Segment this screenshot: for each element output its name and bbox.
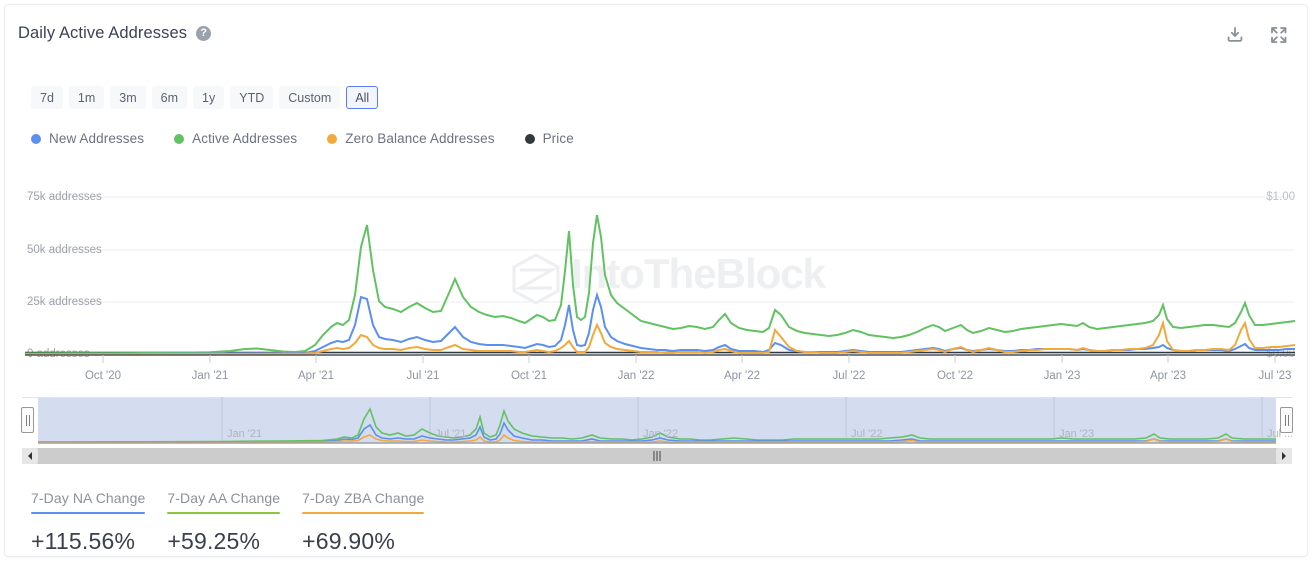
stat-value-na: +115.56%	[31, 528, 136, 554]
ytick-label-25k: 25k addresses	[27, 296, 102, 308]
legend-item-active-addresses[interactable]: Active Addresses	[174, 131, 297, 146]
stat-value-zba: +69.90%	[302, 528, 395, 554]
legend-dot-green	[174, 133, 185, 144]
ytick-label-right-1: $1.00	[1266, 191, 1295, 203]
legend-label-new-addresses: New Addresses	[49, 131, 145, 146]
stat-7-day-na-change: 7-Day NA Change +115.56%	[31, 490, 146, 555]
time-range-selector: 7d 1m 3m 6m 1y YTD Custom All	[31, 86, 384, 109]
navigator-tick-label-jan-21: Jan '21	[227, 428, 262, 440]
watermark: IntoTheBlock	[512, 250, 828, 305]
summary-stats: 7-Day NA Change +115.56% 7-Day AA Change…	[31, 490, 446, 555]
stat-underline-na	[31, 512, 146, 514]
legend-label-price: Price	[542, 131, 574, 146]
legend-dot-blue	[31, 133, 41, 144]
ytick-label-75k: 75k addresses	[27, 191, 102, 203]
legend-label-active-addresses: Active Addresses	[192, 131, 298, 146]
page-title: Daily Active Addresses	[18, 24, 188, 42]
navigator-tick-label-jan-22: Jan '22	[643, 428, 678, 440]
daily-active-addresses-card: Daily Active Addresses ? 7d 1m 3m 6m 1y …	[4, 4, 1308, 557]
ytick-label-50k: 50k addresses	[27, 244, 102, 256]
legend-item-zero-balance-addresses[interactable]: Zero Balance Addresses	[327, 131, 494, 146]
fullscreen-icon[interactable]	[1269, 25, 1289, 45]
xtick-label-oct-22: Oct '22	[937, 370, 973, 382]
card-header: Daily Active Addresses ?	[5, 5, 1307, 63]
xtick-label-apr-23: Apr '23	[1150, 370, 1186, 382]
xtick-label-oct-20: Oct '20	[85, 370, 121, 382]
series-line-new-addresses	[24, 291, 1295, 355]
range-button-ytd[interactable]: YTD	[230, 86, 274, 109]
xtick-label-jan-21: Jan '21	[192, 370, 229, 382]
intotheblock-logo-icon	[512, 253, 560, 305]
range-button-all[interactable]: All	[346, 86, 379, 109]
legend-dot-dark	[524, 133, 535, 144]
scroll-right-arrow[interactable]	[1276, 448, 1292, 464]
chart-scrollbar[interactable]	[22, 448, 1292, 464]
navigator-tick-label-jul-21: Jul '21	[435, 428, 466, 440]
stat-underline-zba	[302, 512, 425, 514]
range-button-6m[interactable]: 6m	[151, 86, 188, 109]
title-group: Daily Active Addresses ?	[18, 24, 212, 43]
range-button-7d[interactable]: 7d	[31, 86, 63, 109]
stat-label-na: 7-Day NA Change	[31, 490, 146, 506]
download-icon[interactable]	[1225, 25, 1245, 45]
xtick-label-oct-21: Oct '21	[511, 370, 547, 382]
xtick-label-apr-21: Apr '21	[298, 370, 334, 382]
xtick-label-jul-22: Jul '22	[833, 370, 866, 382]
chart-widget-page: Daily Active Addresses ? 7d 1m 3m 6m 1y …	[0, 0, 1312, 561]
main-chart[interactable]: 75k addresses 50k addresses 25k addresse…	[5, 175, 1309, 390]
legend-label-zero-balance-addresses: Zero Balance Addresses	[345, 131, 495, 146]
stat-label-aa: 7-Day AA Change	[167, 490, 281, 506]
stat-7-day-zba-change: 7-Day ZBA Change +69.90%	[302, 490, 425, 555]
header-actions	[1225, 25, 1289, 45]
stat-7-day-aa-change: 7-Day AA Change +59.25%	[167, 490, 281, 555]
legend-item-price[interactable]: Price	[524, 131, 574, 146]
chart-legend: New Addresses Active Addresses Zero Bala…	[31, 131, 604, 146]
xtick-label-jan-22: Jan '22	[618, 370, 655, 382]
xtick-label-apr-22: Apr '22	[724, 370, 760, 382]
xtick-label-jan-23: Jan '23	[1044, 370, 1081, 382]
range-button-1y[interactable]: 1y	[193, 86, 225, 109]
range-button-1m[interactable]: 1m	[68, 86, 105, 109]
navigator[interactable]: Jan '21 Jul '21 Jan '22 Jul '22 Jan '23 …	[21, 397, 1293, 447]
navigator-handle-right[interactable]	[1280, 407, 1293, 433]
stat-value-aa: +59.25%	[167, 528, 261, 554]
navigator-tick-label-jul-22: Jul '22	[851, 428, 882, 440]
xtick-label-jul-21: Jul '21	[407, 370, 440, 382]
question-mark-icon[interactable]: ?	[196, 26, 212, 41]
legend-item-new-addresses[interactable]: New Addresses	[31, 131, 144, 146]
navigator-tick-label-jan-23: Jan '23	[1059, 428, 1094, 440]
navigator-handle-left[interactable]	[21, 407, 34, 433]
legend-dot-orange	[327, 133, 338, 144]
range-button-3m[interactable]: 3m	[110, 86, 146, 109]
scrollbar-grip[interactable]	[653, 451, 661, 461]
range-button-custom[interactable]: Custom	[279, 86, 341, 109]
stat-underline-aa	[167, 512, 281, 514]
xtick-label-jul-23: Jul '23	[1259, 370, 1292, 382]
scroll-left-arrow[interactable]	[22, 448, 38, 464]
stat-label-zba: 7-Day ZBA Change	[302, 490, 425, 506]
